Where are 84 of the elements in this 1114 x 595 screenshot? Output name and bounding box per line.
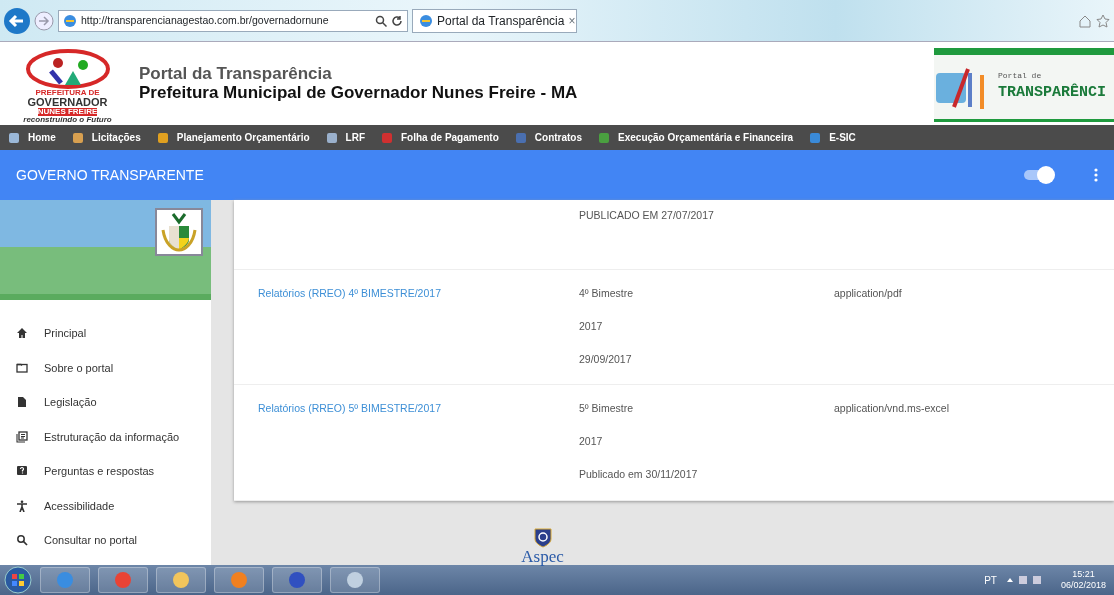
app-icon	[56, 571, 74, 589]
detail-text: 2017	[579, 318, 604, 334]
menu-link[interactable]: Home	[8, 130, 56, 145]
menu-icon	[598, 131, 611, 144]
browser-icon	[63, 13, 77, 28]
app-icon	[346, 571, 364, 589]
sidebar-item[interactable]: Perguntas e respostas	[0, 454, 211, 489]
portal-subtitle: Prefeitura Municipal de Governador Nunes Freire - MA	[139, 83, 579, 103]
detail-text: Publicado em 30/11/2017	[579, 466, 699, 482]
nav-icon	[16, 534, 28, 547]
nav-icon	[16, 465, 28, 478]
language-indicator[interactable]: PT	[984, 572, 997, 588]
menu-icon	[325, 131, 338, 144]
taskbar-button[interactable]	[272, 567, 322, 593]
app-title: GOVERNO TRANSPARENTE	[16, 165, 205, 185]
logo-text: reconstruindo o Futuro	[23, 115, 112, 124]
nav-icon	[16, 327, 28, 340]
menu-link[interactable]: Contratos	[514, 130, 583, 145]
logo-text: NUNES FREIRE	[37, 107, 98, 116]
taskbar-button[interactable]	[156, 567, 206, 593]
browser-icon	[419, 13, 433, 28]
menu-icon	[381, 131, 393, 144]
taskbar-button[interactable]	[330, 567, 380, 593]
menu-icon	[156, 131, 169, 144]
file-type: application/pdf	[834, 287, 902, 299]
sidebar-item[interactable]: Estruturação da informação	[0, 419, 211, 454]
sidebar-item[interactable]: Consultar no portal	[0, 523, 211, 558]
taskbar-button[interactable]	[98, 567, 148, 593]
badge-title: TRANSPARÊNCI	[998, 82, 1107, 103]
coat-of-arms-icon	[155, 208, 203, 256]
back-icon[interactable]	[4, 7, 30, 34]
browser-tab[interactable]: Portal da Transparência ×	[412, 8, 577, 33]
menu-link[interactable]: Licitações	[71, 130, 141, 145]
nav-icon	[16, 396, 28, 409]
tab-close-button[interactable]: ×	[568, 11, 576, 30]
menu-link[interactable]: Planejamento Orçamentário	[156, 130, 310, 145]
refresh-icon[interactable]	[391, 14, 403, 27]
home-icon[interactable]	[1078, 13, 1092, 28]
detail-text: 4º Bimestre	[579, 286, 635, 301]
more-icon[interactable]	[1094, 168, 1098, 182]
logo-text: PREFEITURA DE	[35, 88, 100, 97]
address-text: http://transparencianagestao.com.br/governadornune	[81, 12, 330, 28]
menu-icon	[514, 131, 527, 144]
star-icon[interactable]	[1096, 13, 1110, 28]
menu-icon	[809, 131, 822, 144]
search-icon[interactable]	[375, 14, 387, 27]
footer-brand: Aspec	[521, 548, 564, 565]
report-link[interactable]: Relatórios (RREO) 5º BIMESTRE/2017	[258, 402, 441, 415]
logo-text: GOVERNADOR	[27, 96, 108, 108]
sidebar-item[interactable]: Acessibilidade	[0, 488, 211, 523]
sidebar-item[interactable]: Principal	[0, 316, 211, 351]
menu-link[interactable]: E-SIC	[809, 130, 856, 145]
report-link[interactable]: Relatórios (RREO) 4º BIMESTRE/2017	[258, 287, 441, 299]
taskbar-button[interactable]	[40, 567, 90, 593]
file-type: application/vnd.ms-excel	[834, 402, 949, 415]
tab-title: Portal da Transparência	[437, 12, 565, 30]
portal-title: Portal da Transparência	[139, 64, 333, 84]
clock-date[interactable]: 06/02/2018	[1060, 580, 1106, 591]
forward-icon[interactable]	[34, 10, 54, 31]
menu-icon	[8, 131, 20, 144]
sidebar-item[interactable]: Legislação	[0, 385, 211, 420]
sidebar-item[interactable]: Sobre o portal	[0, 350, 211, 385]
app-icon	[114, 571, 132, 589]
detail-text: 29/09/2017	[579, 351, 633, 367]
toggle-switch[interactable]	[1022, 165, 1058, 185]
clock-time[interactable]: 15:21	[1072, 569, 1095, 580]
nav-icon	[16, 430, 28, 443]
menu-link[interactable]: Execução Orçamentária e Financeira	[598, 130, 794, 145]
detail-text: 2017	[579, 434, 604, 449]
app-icon	[172, 571, 190, 589]
app-icon	[230, 571, 248, 589]
detail-text: 5º Bimestre	[579, 401, 635, 417]
nav-icon	[16, 499, 28, 512]
app-icon	[288, 571, 306, 589]
menu-link[interactable]: Folha de Pagamento	[381, 130, 499, 145]
menu-icon	[71, 131, 84, 144]
detail-text: PUBLICADO EM 27/07/2017	[579, 208, 715, 223]
taskbar-button[interactable]	[214, 567, 264, 593]
shield-icon	[533, 528, 552, 548]
address-bar[interactable]: http://transparencianagestao.com.br/governadornune	[58, 9, 408, 32]
menu-link[interactable]: LRF	[325, 130, 365, 145]
nav-icon	[16, 361, 28, 374]
badge-caption: Portal de	[998, 69, 1043, 82]
start-icon[interactable]	[4, 566, 32, 594]
